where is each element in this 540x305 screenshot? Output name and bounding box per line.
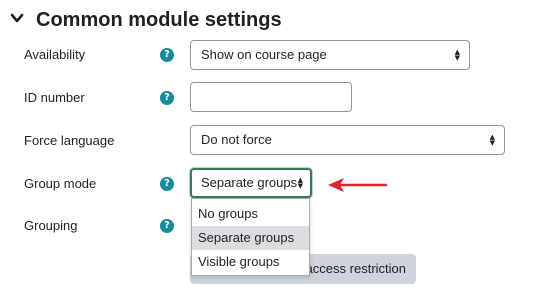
annotation-arrow-icon: [328, 178, 388, 192]
id-number-help-icon[interactable]: ?: [160, 91, 174, 105]
group-mode-option-visible-groups[interactable]: Visible groups: [192, 250, 309, 274]
grouping-help-icon[interactable]: ?: [160, 219, 174, 233]
group-mode-select-value: Separate groups: [201, 175, 298, 190]
select-caret-icon: ▲ ▼: [297, 175, 303, 190]
grouping-label: Grouping: [24, 218, 78, 233]
force-language-select[interactable]: Do not force ▲ ▼: [190, 125, 505, 155]
group-mode-help-icon[interactable]: ?: [160, 177, 174, 191]
force-language-label: Force language: [24, 133, 115, 148]
id-number-input[interactable]: [190, 82, 352, 112]
select-caret-icon: ▲ ▼: [489, 132, 495, 147]
group-mode-option-no-groups[interactable]: No groups: [192, 202, 309, 226]
availability-help-icon[interactable]: ?: [160, 48, 174, 62]
section-header[interactable]: Common module settings: [0, 0, 540, 40]
chevron-down-icon[interactable]: [9, 10, 25, 26]
group-mode-option-separate-groups[interactable]: Separate groups: [192, 226, 309, 250]
id-number-label: ID number: [24, 90, 85, 105]
availability-select-value: Show on course page: [201, 47, 327, 62]
group-mode-select[interactable]: Separate groups ▲ ▼: [190, 168, 312, 198]
availability-select[interactable]: Show on course page ▲ ▼: [190, 40, 470, 70]
group-mode-label: Group mode: [24, 176, 97, 191]
force-language-select-value: Do not force: [201, 132, 272, 147]
select-caret-icon: ▲ ▼: [454, 47, 460, 62]
section-title: Common module settings: [36, 9, 282, 31]
availability-label: Availability: [24, 47, 86, 62]
group-mode-dropdown: No groups Separate groups Visible groups: [191, 198, 310, 276]
